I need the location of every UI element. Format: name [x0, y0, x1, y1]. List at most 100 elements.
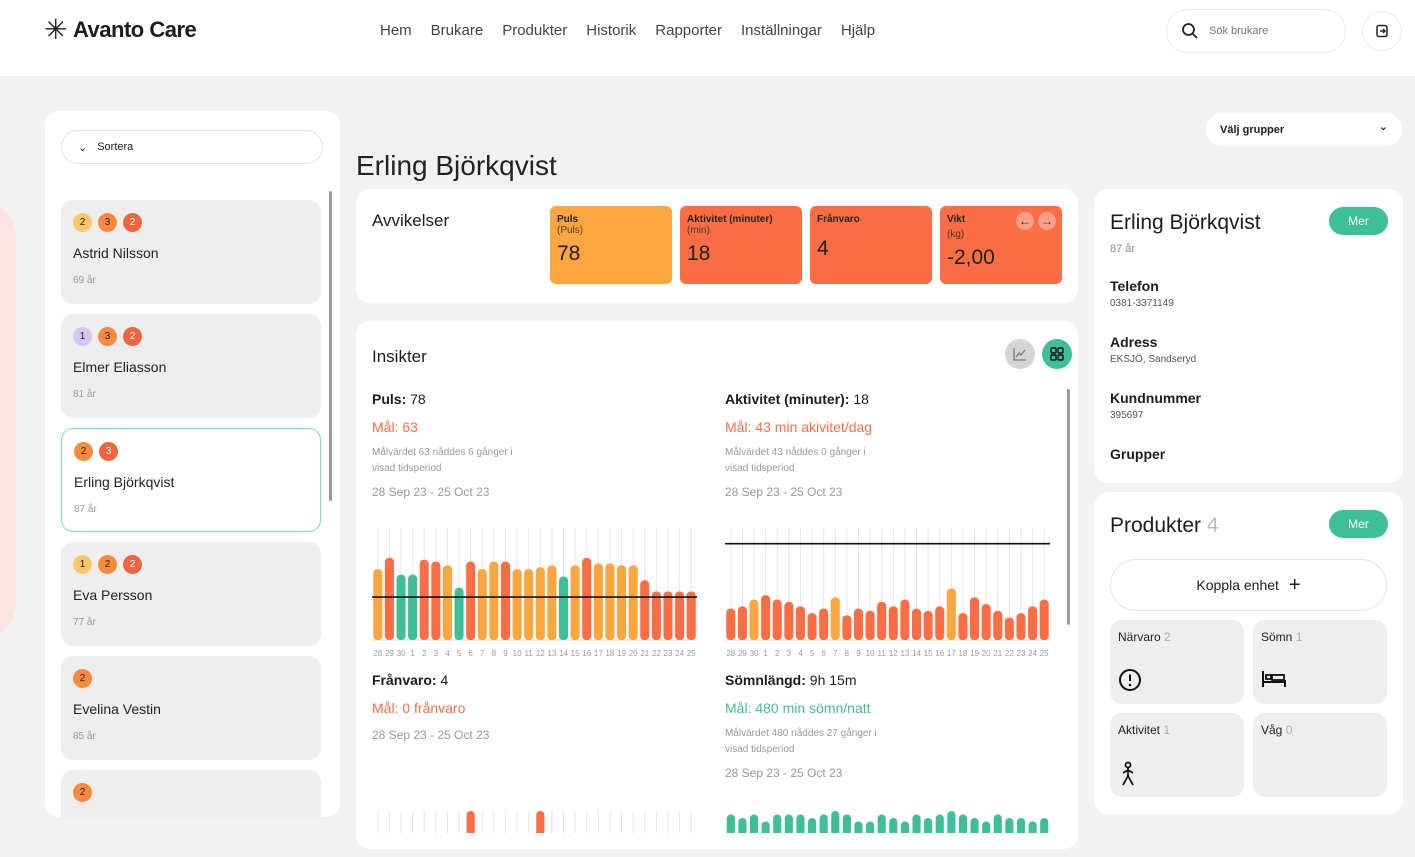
- chart-bar[interactable]: [408, 574, 418, 640]
- logout-button[interactable]: [1362, 11, 1402, 51]
- nav-installningar[interactable]: Inställningar: [741, 22, 822, 39]
- chart-bar[interactable]: [558, 576, 569, 640]
- chart-bar[interactable]: [536, 811, 545, 833]
- chart-bar[interactable]: [982, 821, 991, 834]
- chart-bar[interactable]: [651, 591, 661, 640]
- chart-bar[interactable]: [877, 814, 886, 834]
- chart-bar[interactable]: [981, 604, 991, 640]
- chart-bar[interactable]: [500, 561, 511, 640]
- chart-bar[interactable]: [784, 814, 793, 834]
- chart-bar[interactable]: [373, 569, 383, 640]
- chart-bar[interactable]: [795, 606, 805, 640]
- chart-bar[interactable]: [738, 818, 747, 833]
- chart-bar[interactable]: [889, 818, 898, 833]
- chart-bar[interactable]: [524, 569, 534, 640]
- product-card-aktivitet[interactable]: Aktivitet 1: [1110, 713, 1244, 797]
- chart-bar[interactable]: [900, 599, 910, 640]
- chart-bar[interactable]: [865, 610, 875, 640]
- chart-bar[interactable]: [819, 814, 828, 834]
- nav-hjalp[interactable]: Hjälp: [841, 22, 875, 39]
- user-card[interactable]: 2 Evelina Vestin 85 år: [61, 656, 321, 760]
- chart-bar[interactable]: [888, 606, 898, 640]
- chart-bar[interactable]: [866, 821, 875, 834]
- chart-bar[interactable]: [1040, 818, 1049, 833]
- chart-bar[interactable]: [842, 814, 851, 834]
- chart-bar[interactable]: [419, 559, 429, 640]
- chart-bar[interactable]: [784, 601, 794, 640]
- chart-bar[interactable]: [570, 565, 580, 640]
- chart-bar[interactable]: [924, 818, 933, 833]
- products-more-button[interactable]: Mer: [1329, 510, 1388, 538]
- info-more-button[interactable]: Mer: [1329, 207, 1388, 235]
- deviation-tile-vikt[interactable]: Vikt (kg) -2,00 ← →: [940, 206, 1062, 284]
- chart-bar[interactable]: [535, 567, 545, 640]
- chart-bar[interactable]: [911, 608, 922, 640]
- grid-view-button[interactable]: [1042, 339, 1072, 369]
- nav-hem[interactable]: Hem: [380, 22, 412, 39]
- group-select[interactable]: Välj grupper ⌄: [1206, 113, 1402, 146]
- user-list-scrollbar[interactable]: [329, 191, 332, 501]
- product-card-vag[interactable]: Våg 0: [1253, 713, 1387, 797]
- chart-bar[interactable]: [946, 588, 956, 640]
- arrow-right-icon[interactable]: →: [1038, 212, 1056, 230]
- logo[interactable]: ✳ Avanto Care: [44, 16, 197, 44]
- chart-bar[interactable]: [466, 561, 476, 640]
- chart-bar[interactable]: [489, 561, 499, 640]
- chart-bar[interactable]: [831, 811, 840, 833]
- chart-bar[interactable]: [1028, 606, 1038, 640]
- deviation-tile-puls[interactable]: Puls (Puls) 78: [550, 206, 672, 284]
- chart-bar[interactable]: [993, 610, 1003, 640]
- chart-bar[interactable]: [935, 606, 945, 640]
- sort-dropdown[interactable]: ⌄ Sortera: [61, 130, 323, 164]
- user-card[interactable]: 1 2 2 Eva Persson 77 år: [61, 542, 321, 646]
- chart-bar[interactable]: [970, 818, 979, 833]
- chart-bar[interactable]: [1005, 818, 1014, 833]
- chart-bar[interactable]: [605, 563, 615, 640]
- chart-bar[interactable]: [830, 597, 840, 640]
- chart-bar[interactable]: [749, 814, 759, 834]
- chart-bar[interactable]: [958, 613, 968, 640]
- insikter-scrollbar[interactable]: [1067, 389, 1070, 625]
- chart-bar[interactable]: [912, 814, 921, 834]
- chart-bar[interactable]: [384, 557, 394, 640]
- chart-bar[interactable]: [772, 599, 782, 640]
- chart-bar[interactable]: [737, 606, 747, 640]
- chart-bar[interactable]: [749, 599, 759, 640]
- chart-bar[interactable]: [807, 818, 817, 833]
- chart-bar[interactable]: [877, 601, 887, 640]
- chart-bar[interactable]: [935, 814, 944, 834]
- chart-bar[interactable]: [993, 814, 1002, 834]
- chart-bar[interactable]: [970, 597, 980, 640]
- chart-bar[interactable]: [454, 587, 464, 640]
- chart-bar[interactable]: [1039, 599, 1049, 640]
- product-card-narvaro[interactable]: Närvaro 2: [1110, 620, 1244, 704]
- chart-bar[interactable]: [1028, 821, 1037, 834]
- chart-bar[interactable]: [900, 821, 909, 834]
- chart-bar[interactable]: [854, 821, 863, 834]
- search-input[interactable]: [1209, 25, 1329, 37]
- chart-bar[interactable]: [1016, 818, 1026, 833]
- user-card[interactable]: 1 3 2 Elmer Eliasson 81 år: [61, 314, 321, 418]
- chart-bar[interactable]: [761, 821, 770, 834]
- chart-bar[interactable]: [1004, 617, 1014, 640]
- chart-bar[interactable]: [726, 814, 735, 834]
- chart-bar[interactable]: [761, 595, 771, 640]
- deviation-tile-franvaro[interactable]: Frånvaro 4: [810, 206, 932, 284]
- user-card[interactable]: 2 3 2 Astrid Nilsson 69 år: [61, 200, 321, 304]
- nav-rapporter[interactable]: Rapporter: [655, 22, 722, 39]
- chart-bar[interactable]: [640, 580, 650, 640]
- chart-bar[interactable]: [663, 591, 673, 640]
- nav-produkter[interactable]: Produkter: [502, 22, 567, 39]
- nav-historik[interactable]: Historik: [586, 22, 636, 39]
- chart-bar[interactable]: [853, 608, 864, 640]
- chart-bar[interactable]: [431, 561, 441, 640]
- product-card-somn[interactable]: Sömn 1: [1253, 620, 1387, 704]
- chart-bar[interactable]: [842, 615, 852, 640]
- chart-bar[interactable]: [396, 574, 406, 640]
- nav-brukare[interactable]: Brukare: [431, 22, 484, 39]
- chart-bar[interactable]: [675, 591, 685, 640]
- chart-bar[interactable]: [773, 814, 782, 834]
- chart-bar[interactable]: [819, 608, 829, 640]
- chart-bar[interactable]: [923, 610, 933, 640]
- chart-bar[interactable]: [958, 814, 968, 834]
